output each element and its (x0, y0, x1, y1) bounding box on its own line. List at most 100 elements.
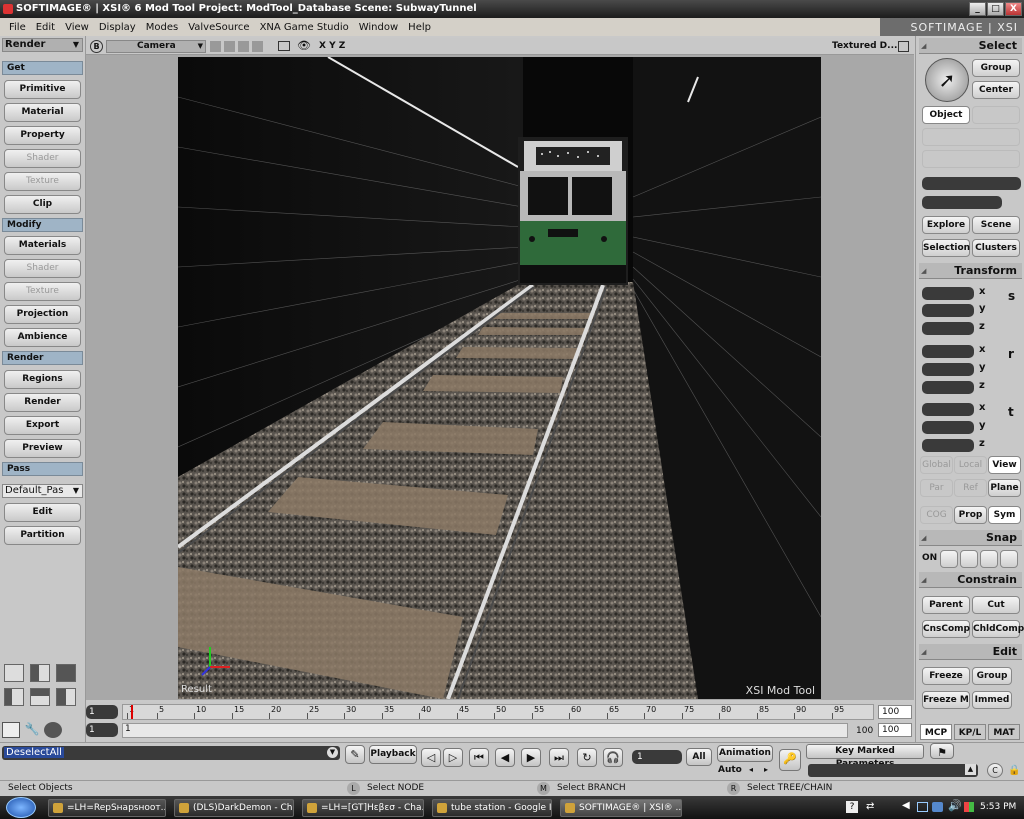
prop-button[interactable]: Prop (954, 506, 987, 524)
local-button[interactable]: Local (954, 456, 987, 474)
scene-button[interactable]: Scene (972, 216, 1020, 234)
wrench-icon[interactable]: 🔧 (23, 722, 41, 738)
tab-mcp[interactable]: MCP (920, 724, 952, 740)
select-arrow-icon[interactable]: ➚ (925, 58, 969, 102)
menu-file[interactable]: File (4, 22, 31, 33)
taskbar-item[interactable]: =LH=[GT]Hεβεσ - Cha... (302, 799, 424, 817)
select-center-button[interactable]: Center (972, 81, 1020, 99)
translate-icon[interactable]: t (1008, 405, 1014, 419)
edit-header[interactable]: Edit (919, 644, 1022, 660)
clusters-button[interactable]: Clusters (972, 239, 1020, 257)
render-button[interactable]: Render (4, 393, 81, 412)
palette-icon[interactable] (44, 722, 62, 738)
texture-button[interactable]: Texture (4, 172, 81, 191)
close-button[interactable]: X (1005, 2, 1022, 16)
snap-curve-icon[interactable] (960, 550, 978, 568)
menu-view[interactable]: View (60, 22, 94, 33)
layout-quad-icon[interactable] (56, 664, 76, 682)
all-button[interactable]: All (686, 748, 712, 766)
rotate-x-field[interactable] (922, 345, 974, 358)
maximize-button[interactable]: □ (987, 2, 1004, 16)
first-frame-icon[interactable]: ⏮ (469, 748, 489, 767)
snap-header[interactable]: Snap (919, 530, 1022, 546)
taskbar-item-active[interactable]: SOFTIMAGE® | XSI® ... (560, 799, 682, 817)
key-next-icon[interactable]: ▸ (764, 765, 768, 774)
taskbar-item[interactable]: (DLS)DarkDemon - Ch... (174, 799, 294, 817)
snap-grid-icon[interactable] (1000, 550, 1018, 568)
scale-z-field[interactable] (922, 322, 974, 335)
tab-mat[interactable]: MAT (988, 724, 1020, 740)
animation-button[interactable]: Animation (717, 745, 773, 762)
clear-icon[interactable]: C (987, 763, 1003, 778)
chldcomp-button[interactable]: ChldComp (972, 620, 1024, 638)
selection-info-field[interactable] (922, 196, 1002, 209)
translate-z-field[interactable] (922, 439, 974, 452)
translate-y-field[interactable] (922, 421, 974, 434)
modify-shader-button[interactable]: Shader (4, 259, 81, 278)
parent-button[interactable]: Parent (922, 596, 970, 614)
command-line[interactable]: DeselectAll ▼ (2, 746, 340, 760)
audio-icon[interactable]: 🎧 (603, 748, 623, 767)
selection-button[interactable]: Selection (922, 239, 970, 257)
export-button[interactable]: Export (4, 416, 81, 435)
layout-left-icon[interactable] (4, 688, 24, 706)
transform-header[interactable]: Transform (919, 263, 1022, 279)
menu-window[interactable]: Window (354, 22, 403, 33)
ref-button[interactable]: Ref (954, 479, 987, 497)
regions-button[interactable]: Regions (4, 370, 81, 389)
viewport-letter[interactable]: B (90, 40, 103, 53)
pass-edit-button[interactable]: Edit (4, 503, 81, 522)
menu-modes[interactable]: Modes (141, 22, 183, 33)
menu-xna[interactable]: XNA Game Studio (255, 22, 354, 33)
rotate-z-field[interactable] (922, 381, 974, 394)
key-marked-parameters-button[interactable]: Key Marked Parameters (806, 744, 924, 769)
range-end-field[interactable]: 100 (878, 723, 912, 737)
rotate-y-field[interactable] (922, 363, 974, 376)
playhead[interactable] (131, 705, 133, 719)
frame-field[interactable]: 1 (632, 750, 682, 764)
maximize-viewport-icon[interactable] (898, 41, 909, 52)
scale-x-field[interactable] (922, 287, 974, 300)
windows-tray-icon[interactable] (964, 802, 974, 812)
plane-button[interactable]: Plane (988, 479, 1021, 497)
snap-surface-icon[interactable] (980, 550, 998, 568)
loop-icon[interactable]: ↻ (577, 748, 597, 767)
select-group-button[interactable]: Group (972, 59, 1020, 77)
select-object-button[interactable]: Object (922, 106, 970, 124)
sym-button[interactable]: Sym (988, 506, 1021, 524)
scale-icon[interactable]: s (1008, 289, 1015, 303)
snap-on-label[interactable]: ON (922, 553, 937, 563)
cog-button[interactable]: COG (920, 506, 953, 524)
timeline-ruler[interactable]: 15101520253035404550556065707580859095 (122, 704, 874, 720)
select-filter-bar[interactable] (922, 128, 1020, 146)
modify-texture-button[interactable]: Texture (4, 282, 81, 301)
translate-x-field[interactable] (922, 403, 974, 416)
script-editor-icon[interactable]: ✎ (345, 745, 365, 764)
shader-button[interactable]: Shader (4, 149, 81, 168)
monitor-icon[interactable] (278, 41, 290, 51)
edit-group-button[interactable]: Group (972, 667, 1012, 685)
timeline-start-field[interactable]: 1 (86, 705, 118, 719)
key-param-dropdown-icon[interactable]: ▲ (965, 764, 976, 775)
preview-button[interactable]: Preview (4, 439, 81, 458)
playback-button[interactable]: Playback (369, 745, 417, 764)
layout-corner-icon[interactable] (56, 688, 76, 706)
key-icon[interactable]: 🔑 (779, 749, 801, 771)
materials-button[interactable]: Materials (4, 236, 81, 255)
freeze-m-button[interactable]: Freeze M (922, 691, 970, 709)
menu-edit[interactable]: Edit (31, 22, 60, 33)
par-button[interactable]: Par (920, 479, 953, 497)
taskbar-item[interactable]: tube station - Google I... (432, 799, 552, 817)
primitive-button[interactable]: Primitive (4, 80, 81, 99)
viewport-render[interactable]: Result XSI Mod Tool (178, 57, 821, 699)
axis-toggles[interactable]: X Y Z (319, 41, 345, 51)
sync-tray-icon[interactable] (932, 802, 943, 812)
immed-button[interactable]: Immed (972, 691, 1012, 709)
menu-display[interactable]: Display (94, 22, 141, 33)
layout-single-icon[interactable] (4, 664, 24, 682)
cnscomp-button[interactable]: CnsComp (922, 620, 970, 638)
projection-button[interactable]: Projection (4, 305, 81, 324)
rotate-icon[interactable]: r (1008, 347, 1014, 361)
next-frame-icon[interactable]: ▷ (443, 748, 463, 767)
snap-point-icon[interactable] (940, 550, 958, 568)
